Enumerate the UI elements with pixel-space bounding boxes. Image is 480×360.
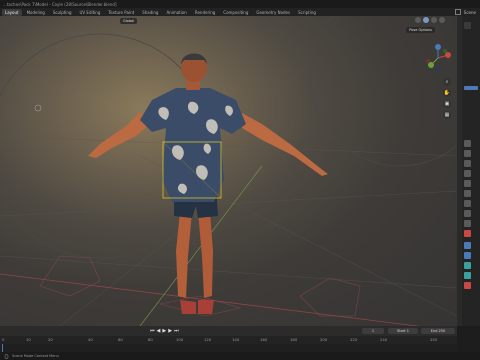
timeline-header: ⏮ ◀ ▶ ▶ ⏭ 1 Start 1 End 250 <box>0 326 457 336</box>
outliner-selected-row[interactable] <box>464 86 478 90</box>
character-model <box>88 53 328 314</box>
ruler-tick: 200 <box>320 337 328 342</box>
tab-animation[interactable]: Animation <box>163 9 189 16</box>
tab-modeling[interactable]: Modeling <box>24 9 48 16</box>
ruler-tick: 180 <box>290 337 298 342</box>
tab-layout[interactable]: Layout <box>2 8 22 16</box>
playback-controls: ⏮ ◀ ▶ ▶ ⏭ <box>150 328 179 334</box>
scene-render <box>0 16 457 326</box>
end-label: End <box>430 329 438 333</box>
shading-buttons <box>415 17 445 23</box>
collection-tab-icon[interactable] <box>464 200 471 207</box>
tab-compositing[interactable]: Compositing <box>220 9 251 16</box>
material-shading-button[interactable] <box>431 17 437 23</box>
particles-tab-icon[interactable] <box>464 230 471 237</box>
timeline-ruler[interactable]: 0 10 20 40 60 80 100 120 140 160 180 200… <box>0 336 457 344</box>
timeline-track[interactable] <box>0 344 457 352</box>
data-tab-icon[interactable] <box>464 262 471 269</box>
ruler-tick: 240 <box>380 337 388 342</box>
start-label: Start <box>397 329 406 333</box>
constraints-tab-icon[interactable] <box>464 252 471 259</box>
tab-geometry-nodes[interactable]: Geometry Nodes <box>253 9 293 16</box>
tab-texture-paint[interactable]: Texture Paint <box>105 9 137 16</box>
hand-icon[interactable]: ✋ <box>443 89 451 97</box>
outliner-icon[interactable] <box>464 22 471 29</box>
status-text: Scene Mode Context Menu <box>12 354 59 358</box>
camera-icon[interactable]: ▣ <box>443 100 451 108</box>
ruler-tick: 120 <box>204 337 212 342</box>
ruler-tick: 100 <box>176 337 184 342</box>
ruler-tick: 60 <box>118 337 123 342</box>
ruler-tick: 0 <box>2 337 5 342</box>
output-tab-icon[interactable] <box>464 160 471 167</box>
material-tab-icon[interactable] <box>464 282 471 289</box>
grab-icon[interactable]: ▦ <box>443 111 451 119</box>
scene-label: Scene <box>463 9 476 15</box>
jump-end-icon[interactable]: ⏭ <box>174 328 179 334</box>
render-tab-icon[interactable] <box>464 150 471 157</box>
tab-scripting[interactable]: Scripting <box>295 9 319 16</box>
properties-editor <box>462 16 480 326</box>
ruler-tick: 10 <box>26 337 31 342</box>
scene-selector[interactable]: Scene <box>454 9 476 15</box>
tab-sculpting[interactable]: Sculpting <box>50 9 75 16</box>
scene-tab-icon[interactable] <box>464 180 471 187</box>
solid-shading-button[interactable] <box>423 17 429 23</box>
tab-rendering[interactable]: Rendering <box>192 9 218 16</box>
playhead[interactable] <box>2 344 3 352</box>
object-tab-icon[interactable] <box>464 210 471 217</box>
viewport-header: Global <box>0 16 457 25</box>
scene-icon <box>454 9 461 15</box>
world-tab-icon[interactable] <box>464 190 471 197</box>
3d-viewport[interactable]: Global Pose Options ⌕ ✋ ▣ ▦ <box>0 16 457 326</box>
start-frame-field[interactable]: Start 1 <box>388 328 418 334</box>
tab-shading[interactable]: Shading <box>139 9 161 16</box>
next-keyframe-icon[interactable]: ▶ <box>168 328 172 334</box>
physics-tab-icon[interactable] <box>464 242 471 249</box>
jump-start-icon[interactable]: ⏮ <box>150 328 155 334</box>
end-value: 250 <box>438 329 446 333</box>
rendered-shading-button[interactable] <box>439 17 445 23</box>
window-title: ...taches\Pack 7\Model - Coyle (28\Sourc… <box>3 1 117 7</box>
bone-tab-icon[interactable] <box>464 272 471 279</box>
ruler-tick: 250 <box>430 337 438 342</box>
ruler-tick: 40 <box>88 337 93 342</box>
mouse-icon <box>4 353 9 359</box>
tab-uv-editing[interactable]: UV Editing <box>77 9 104 16</box>
status-bar: Scene Mode Context Menu <box>0 352 480 360</box>
pose-options-dropdown[interactable]: Pose Options <box>406 27 435 33</box>
zoom-icon[interactable]: ⌕ <box>443 78 451 86</box>
tool-tab-icon[interactable] <box>464 140 471 147</box>
viewport-nav-buttons: ⌕ ✋ ▣ ▦ <box>443 78 451 119</box>
view-layer-tab-icon[interactable] <box>464 170 471 177</box>
end-frame-field[interactable]: End 250 <box>421 328 455 334</box>
workspace-tabs: Layout Modeling Sculpting UV Editing Tex… <box>0 8 480 16</box>
prev-keyframe-icon[interactable]: ◀ <box>157 328 161 334</box>
ruler-tick: 160 <box>260 337 268 342</box>
title-bar: ...taches\Pack 7\Model - Coyle (28\Sourc… <box>0 0 480 8</box>
modifier-tab-icon[interactable] <box>464 220 471 227</box>
ruler-tick: 140 <box>232 337 240 342</box>
ruler-tick: 20 <box>48 337 53 342</box>
current-frame-field[interactable]: 1 <box>362 328 384 334</box>
wireframe-shading-button[interactable] <box>415 17 421 23</box>
navigation-gizmo[interactable] <box>423 43 453 73</box>
ruler-tick: 80 <box>148 337 153 342</box>
play-icon[interactable]: ▶ <box>162 328 166 334</box>
transform-orientation-button[interactable]: Global <box>120 17 138 24</box>
ruler-tick: 220 <box>350 337 358 342</box>
start-value: 1 <box>406 329 409 333</box>
